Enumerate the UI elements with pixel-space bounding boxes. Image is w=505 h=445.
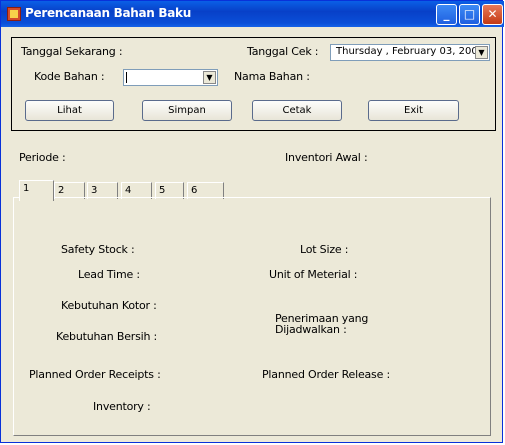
lot-size-label: Lot Size : [300,243,349,256]
planned-order-receipts-label: Planned Order Receipts : [29,368,161,381]
minimize-button[interactable]: _ [436,4,457,25]
inventory-label: Inventory : [93,400,151,413]
chevron-down-icon[interactable]: ▼ [203,71,216,84]
main-window: Perencanaan Bahan Baku _ □ ✕ Tanggal Sek… [0,0,504,443]
lihat-button[interactable]: Lihat [25,100,114,121]
form-icon [7,7,21,21]
planned-order-release-label: Planned Order Release : [262,368,390,381]
inventori-awal-label: Inventori Awal : [285,151,368,164]
tab-page-1 [13,197,491,436]
tanggal-cek-date-picker[interactable]: Thursday , February 03, 2005 ▼ [330,44,490,61]
cetak-button[interactable]: Cetak [252,100,342,121]
penerimaan-label-line2: Dijadwalkan : [275,323,347,336]
lead-time-label: Lead Time : [78,268,140,281]
close-button[interactable]: ✕ [482,4,503,25]
kebutuhan-kotor-label: Kebutuhan Kotor : [61,299,157,312]
kebutuhan-bersih-label: Kebutuhan Bersih : [56,330,158,343]
text-caret [126,72,127,83]
chevron-down-icon[interactable]: ▼ [475,46,488,59]
unit-of-meterial-label: Unit of Meterial : [269,268,358,281]
periode-label: Periode : [19,151,66,164]
tanggal-cek-label: Tanggal Cek : [247,45,319,58]
nama-bahan-label: Nama Bahan : [234,70,310,83]
exit-button[interactable]: Exit [368,100,459,121]
window-title: Perencanaan Bahan Baku [25,6,191,20]
maximize-button[interactable]: □ [459,4,480,25]
tab-1[interactable]: 1 [19,180,54,201]
tanggal-sekarang-label: Tanggal Sekarang : [21,45,123,58]
simpan-button[interactable]: Simpan [142,100,232,121]
kode-bahan-combo[interactable]: ▼ [123,69,218,86]
safety-stock-label: Safety Stock : [61,243,135,256]
title-bar[interactable]: Perencanaan Bahan Baku _ □ ✕ [1,1,504,27]
tanggal-cek-value: Thursday , February 03, 2005 [336,46,485,57]
kode-bahan-label: Kode Bahan : [34,70,105,83]
